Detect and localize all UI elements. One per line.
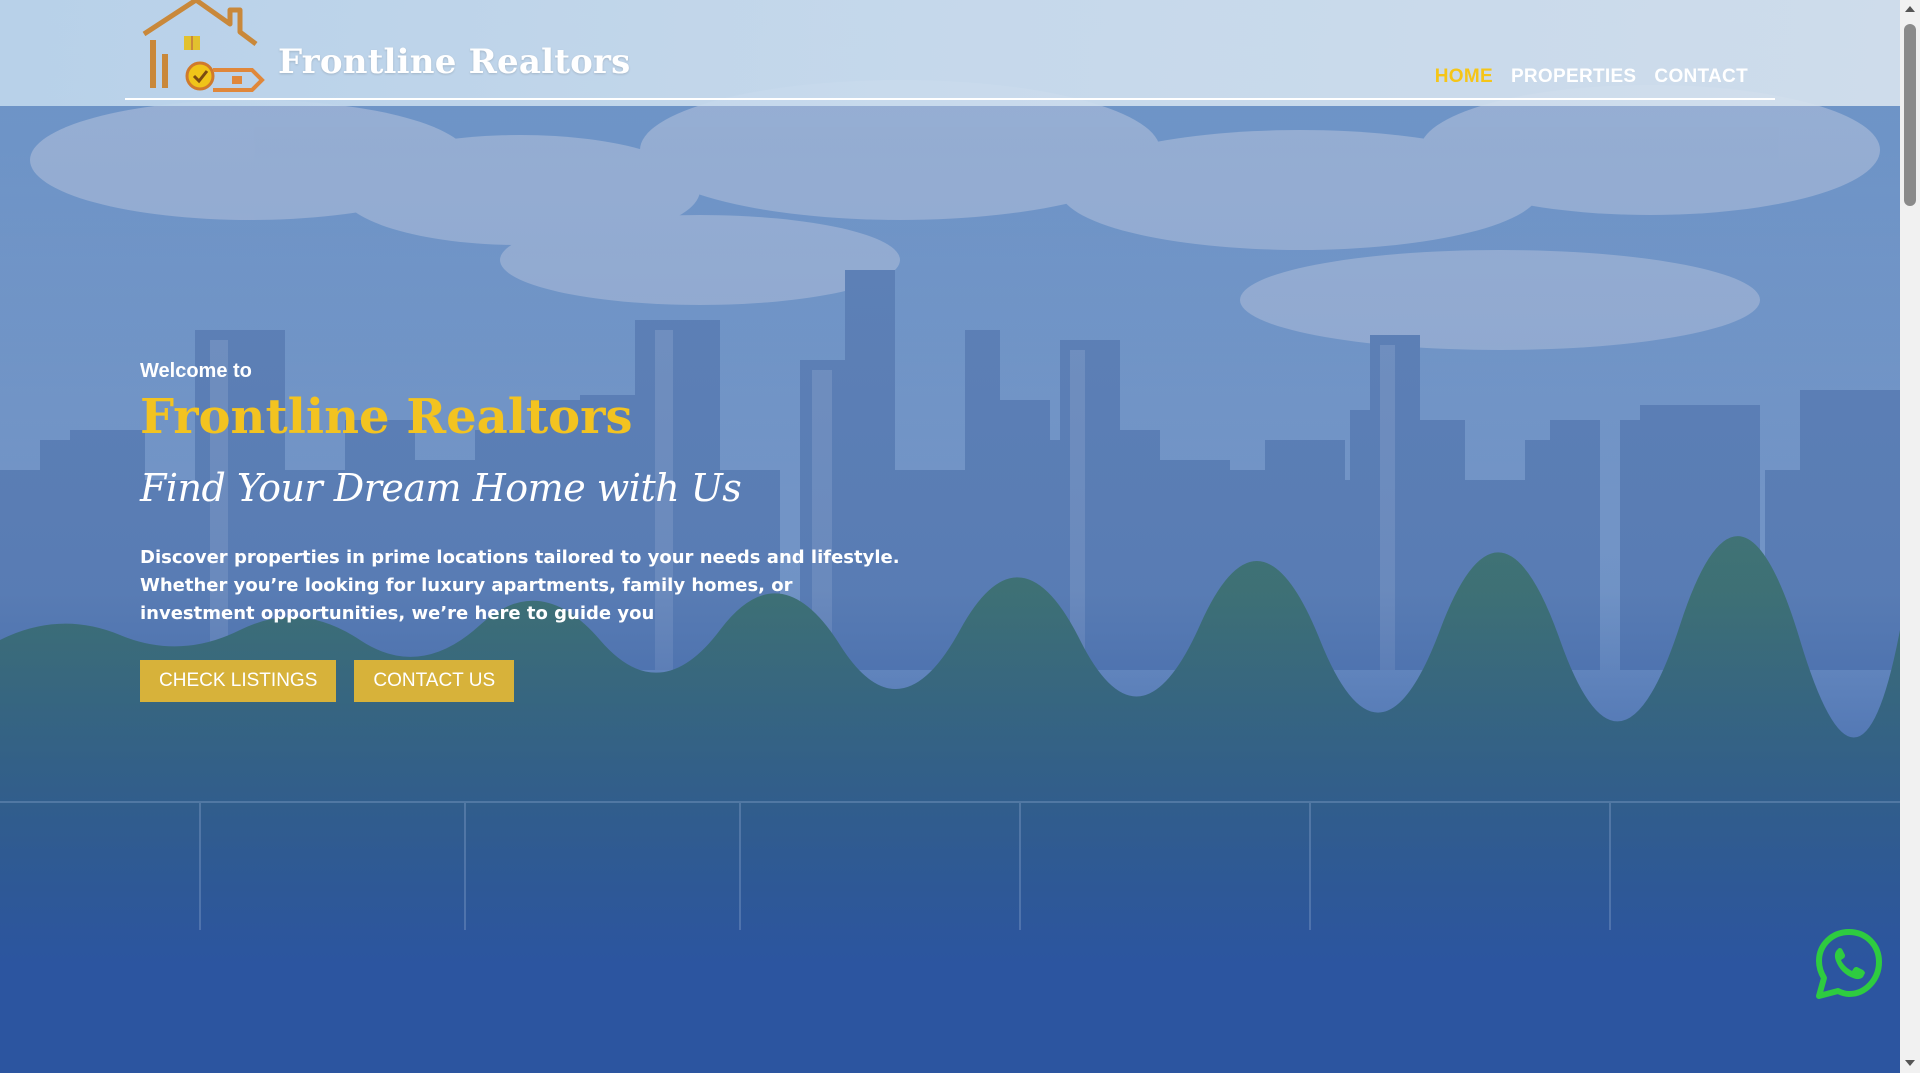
header-divider [125,98,1775,100]
scroll-up-icon[interactable] [1905,6,1915,12]
page-viewport: Frontline Realtors HOME PROPERTIES CONTA… [0,0,1900,1073]
check-listings-button[interactable]: CHECK LISTINGS [140,659,337,702]
site-header: Frontline Realtors HOME PROPERTIES CONTA… [0,0,1900,106]
nav-properties-link[interactable]: PROPERTIES [1511,66,1636,88]
brand-name[interactable]: Frontline Realtors [278,42,630,82]
main-nav: HOME PROPERTIES CONTACT [1435,66,1748,88]
nav-contact-link[interactable]: CONTACT [1654,66,1748,88]
nav-home-link[interactable]: HOME [1435,66,1493,88]
hero-welcome: Welcome to [140,360,252,382]
bottom-edge [0,1073,1920,1080]
hero-content: Welcome to Frontline Realtors Find Your … [140,360,900,702]
whatsapp-icon[interactable] [1815,928,1883,1000]
cta-row: CHECK LISTINGS CONTACT US [140,659,900,702]
scroll-thumb[interactable] [1904,24,1916,206]
scroll-down-icon[interactable] [1905,1060,1915,1066]
vertical-scrollbar[interactable] [1900,0,1920,1073]
hero-title: Frontline Realtors [140,389,633,445]
hero-tagline: Find Your Dream Home with Us [140,465,742,510]
contact-us-button[interactable]: CONTACT US [354,659,515,702]
hero-description: Discover properties in prime locations t… [140,546,900,624]
house-key-logo-icon[interactable] [140,0,265,92]
